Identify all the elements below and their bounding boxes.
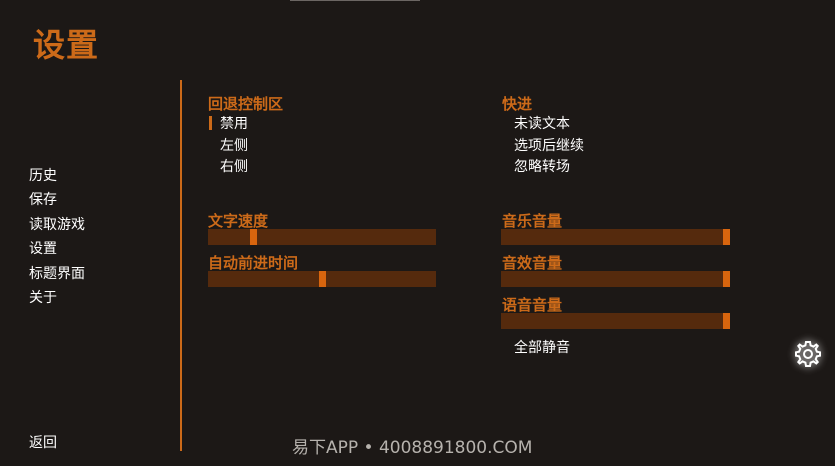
auto-forward-slider[interactable] xyxy=(208,271,436,287)
selected-option-marker xyxy=(209,116,212,130)
return-button[interactable]: 返回 xyxy=(29,432,57,452)
voice-volume-slider-thumb[interactable] xyxy=(723,313,730,329)
nav-divider xyxy=(180,80,182,451)
skip-option-after-choices[interactable]: 选项后继续 xyxy=(514,137,584,155)
music-volume-slider-thumb[interactable] xyxy=(723,229,730,245)
music-volume-label: 音乐音量 xyxy=(502,212,563,230)
text-speed-slider[interactable] xyxy=(208,229,436,245)
top-edge-indicator xyxy=(290,0,420,1)
skip-section-label: 快进 xyxy=(502,95,533,113)
rollback-section-label: 回退控制区 xyxy=(208,95,284,113)
watermark-text: 易下APP • 4008891800.COM xyxy=(292,438,533,458)
text-speed-slider-thumb[interactable] xyxy=(250,229,258,245)
voice-volume-slider[interactable] xyxy=(501,313,730,329)
voice-volume-label: 语音音量 xyxy=(502,296,563,314)
rollback-option-right[interactable]: 右侧 xyxy=(220,158,248,176)
auto-forward-label: 自动前进时间 xyxy=(208,254,299,272)
rollback-option-disable[interactable]: 禁用 xyxy=(220,115,248,133)
page-title: 设置 xyxy=(33,26,100,64)
nav-item-load[interactable]: 读取游戏 xyxy=(29,215,85,239)
mute-all-toggle[interactable]: 全部静音 xyxy=(514,339,570,357)
nav-item-settings[interactable]: 设置 xyxy=(29,239,85,263)
nav-item-about[interactable]: 关于 xyxy=(29,288,85,312)
nav-item-main-menu[interactable]: 标题界面 xyxy=(29,264,85,288)
sound-volume-slider[interactable] xyxy=(501,271,730,287)
main-nav: 历史 保存 读取游戏 设置 标题界面 关于 xyxy=(29,166,85,312)
nav-item-save[interactable]: 保存 xyxy=(29,190,85,214)
nav-item-history[interactable]: 历史 xyxy=(29,166,85,190)
sound-volume-slider-thumb[interactable] xyxy=(723,271,730,287)
auto-forward-slider-thumb[interactable] xyxy=(318,271,326,287)
sound-volume-label: 音效音量 xyxy=(502,254,563,272)
rollback-option-left[interactable]: 左侧 xyxy=(220,137,248,155)
skip-option-unseen-text[interactable]: 未读文本 xyxy=(514,115,570,133)
gear-icon[interactable] xyxy=(793,339,823,369)
music-volume-slider[interactable] xyxy=(501,229,730,245)
text-speed-label: 文字速度 xyxy=(208,212,269,230)
skip-option-transitions[interactable]: 忽略转场 xyxy=(514,158,570,176)
